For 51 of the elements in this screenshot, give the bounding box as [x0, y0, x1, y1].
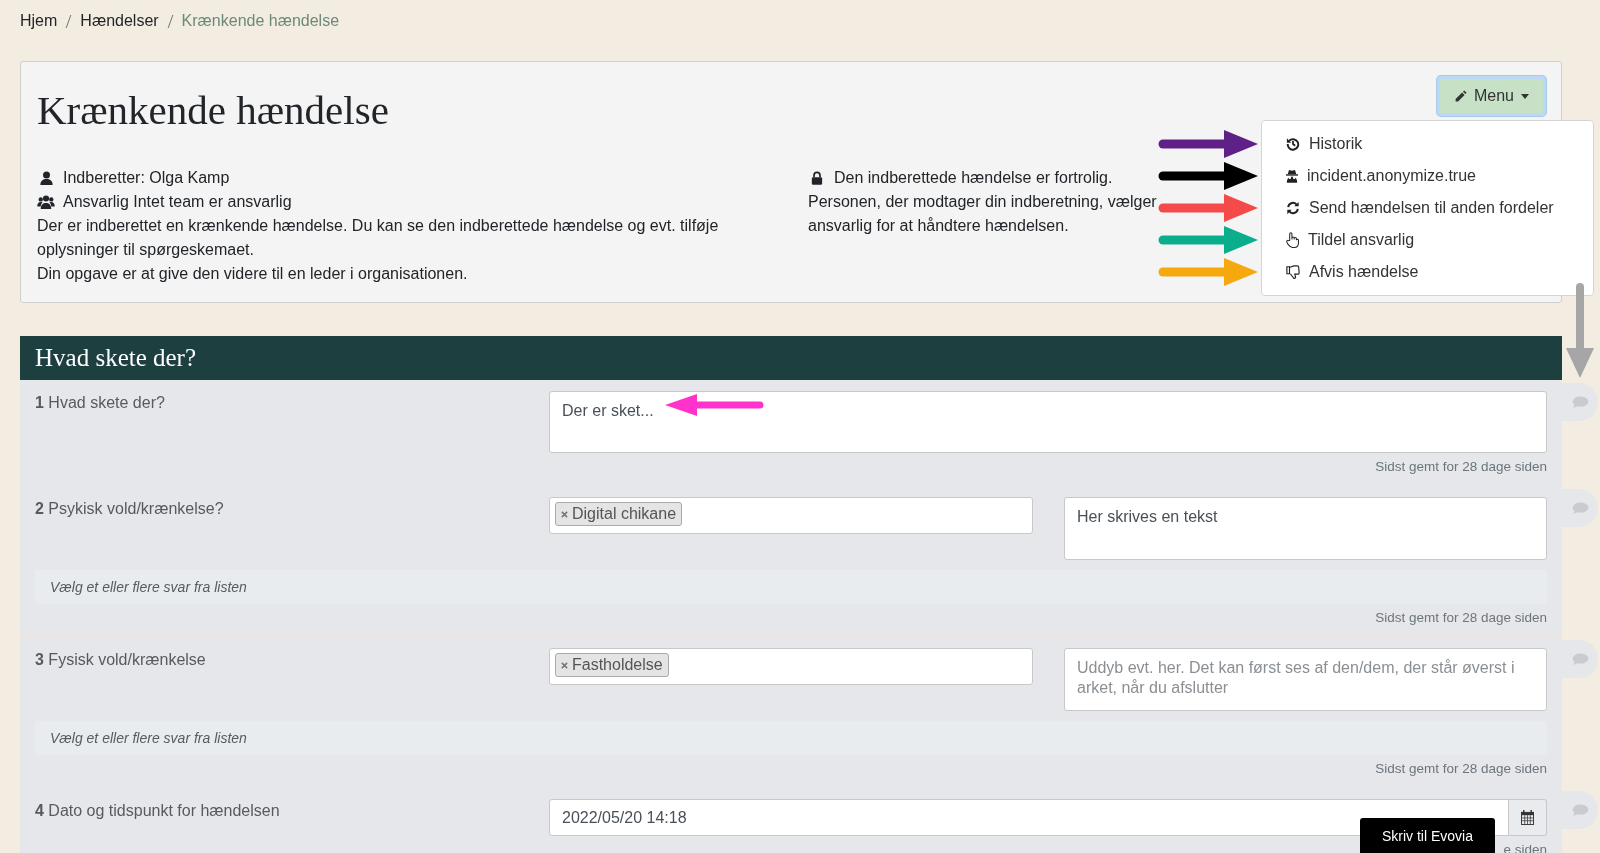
tag-select-field[interactable]: Fastholdelse [549, 648, 1033, 685]
info-paragraph: Din opgave er at give den videre til en leder i organisationen. [37, 264, 469, 284]
remove-tag-icon[interactable] [561, 510, 568, 518]
menu-item[interactable]: Historik [1262, 128, 1593, 160]
comment-field[interactable]: Her skrives en tekst [1064, 497, 1547, 560]
menu-item[interactable]: incident.anonymize.true [1262, 160, 1593, 192]
thumbs-down-icon [1286, 265, 1300, 279]
pointing-hand-icon [1286, 232, 1299, 248]
menu-item[interactable]: Afvis hændelse [1262, 256, 1593, 288]
remove-tag-icon[interactable] [561, 661, 568, 669]
breadcrumb-link[interactable]: Hændelser [80, 12, 159, 30]
tag-select-field[interactable]: Digital chikane [549, 497, 1033, 534]
saved-status: Sidst gemt for 28 dage siden [1375, 761, 1547, 778]
info-paragraph: Personen, der modtager din indberetning, vælger [808, 192, 1158, 212]
history-icon [1286, 137, 1300, 151]
users-icon [37, 195, 55, 209]
speech-bubble-icon [1571, 501, 1589, 515]
question-label: 1 Hvad skete der? [35, 393, 166, 413]
breadcrumb-link[interactable]: Hjem [20, 12, 58, 30]
info-paragraph: Der er indberettet en krænkende hændelse. Du kan se den indberettede hændelse og evt. tilføje oplysninger til spørgeskemaet. [37, 216, 720, 260]
page-title: Krænkende hændelse [37, 86, 389, 134]
question-label: 4 Dato og tidspunkt for hændelsen [35, 801, 281, 821]
question-label: 3 Fysisk vold/krænkelse [35, 650, 207, 670]
question-label: 2 Psykisk vold/krænkelse? [35, 499, 225, 519]
hint-text: Vælg et eller flere svar fra listen [50, 730, 247, 746]
user-icon [37, 171, 55, 185]
calendar-button[interactable] [1509, 799, 1547, 836]
speech-bubble-icon [1571, 652, 1589, 666]
calendar-icon[interactable] [1521, 810, 1534, 825]
info-text: Den indberettede hændelse er fortrolig. [834, 168, 1113, 188]
menu-button[interactable]: Menu [1436, 76, 1546, 116]
saved-status: Sidst gemt for 28 dage siden [1375, 459, 1547, 476]
menu-item[interactable]: Tildel ansvarlig [1262, 224, 1593, 256]
section-header: Hvad skete der? [20, 336, 1562, 380]
answer-field[interactable]: Der er sket... [549, 391, 1547, 453]
info-text: Indberetter: Olga Kamp [63, 168, 230, 188]
refresh-icon [1286, 201, 1300, 215]
pencil-icon [1453, 89, 1467, 103]
hint-text: Vælg et eller flere svar fra listen [50, 579, 247, 595]
chat-button[interactable]: Skriv til Evovia [1360, 818, 1495, 853]
selected-tag[interactable]: Digital chikane [555, 502, 683, 526]
info-paragraph: ansvarlig for at håndtere hændelsen. [808, 216, 1070, 236]
breadcrumb-current: Krænkende hændelse [181, 12, 340, 30]
caret-icon [1521, 93, 1529, 99]
spy-icon [1286, 169, 1298, 183]
selected-tag[interactable]: Fastholdelse [555, 653, 669, 677]
info-text: Ansvarlig Intet team er ansvarlig [63, 192, 292, 212]
saved-status: Sidst gemt for 28 dage siden [1375, 610, 1547, 627]
speech-bubble-icon [1571, 395, 1589, 409]
menu-item[interactable]: Send hændelsen til anden fordeler [1262, 192, 1593, 224]
speech-bubble-icon [1571, 803, 1589, 817]
